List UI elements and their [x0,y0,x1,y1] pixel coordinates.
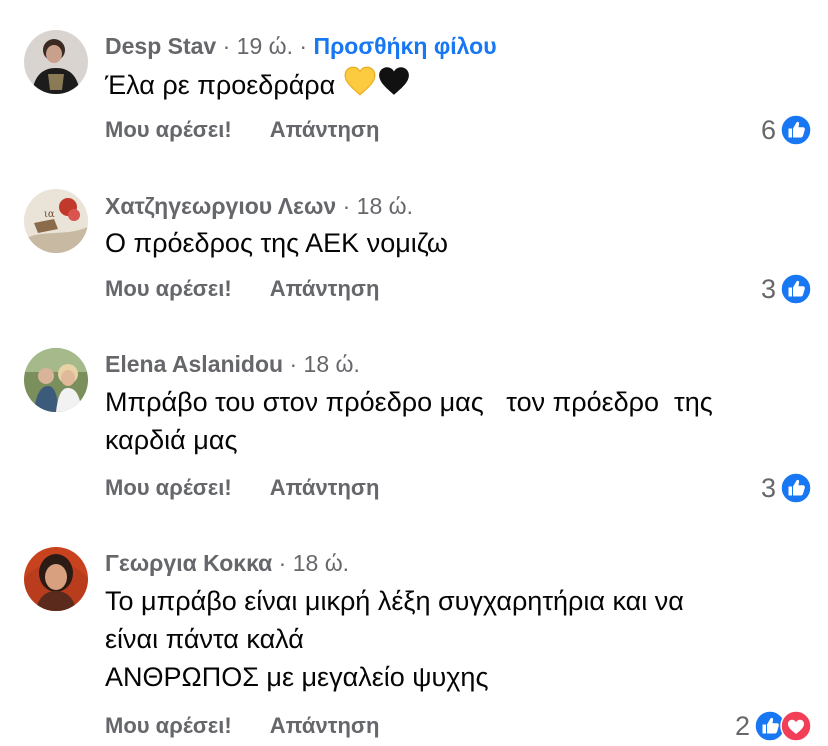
avatar[interactable] [24,30,88,94]
svg-text:ια: ια [44,209,55,220]
comment-text-line: καρδιά μας [105,425,238,455]
separator-dot: · [278,550,287,576]
avatar[interactable] [24,547,88,611]
author-name[interactable]: Χατζηγεωργιου Λεων [105,193,336,219]
like-button[interactable]: Μου αρέσει! [105,713,232,738]
comment-text-line: Έλα ρε προεδράρα [105,64,810,104]
comment-text: Μπράβο του στον πρόεδρο μας τον πρόεδρο … [105,383,810,459]
comment-text-line: Το μπράβο είναι μικρή λέξη συγχαρητήρια … [105,586,684,616]
timestamp[interactable]: 18 ώ. [357,193,413,219]
separator-dot: · [222,33,231,59]
like-icon [780,472,812,504]
author-name[interactable]: Γεωργια Κοκκα [105,550,272,576]
separator-dot: · [299,33,308,59]
reaction-summary[interactable]: 3 [761,272,812,306]
comment-text: Έλα ρε προεδράρα [105,64,810,104]
reaction-count: 3 [760,472,776,503]
reply-button[interactable]: Απάντηση [270,475,380,500]
reaction-summary[interactable]: 3 [761,471,812,505]
like-button[interactable]: Μου αρέσει! [105,475,232,500]
comment-text-line: Ο πρόεδρος της ΑΕΚ νομιζω [105,228,448,258]
comment-actions: Μου αρέσει! Απάντηση [105,711,379,741]
like-icon [780,114,812,146]
timestamp[interactable]: 19 ώ. [237,33,293,59]
avatar[interactable]: ια [24,189,88,253]
separator-dot: · [289,351,298,377]
like-button[interactable]: Μου αρέσει! [105,276,232,301]
timestamp[interactable]: 18 ώ. [293,550,349,576]
black-heart-icon [377,64,411,98]
add-friend-link[interactable]: Προσθήκη φίλου [313,33,496,59]
comment-text-line: ΑΝΘΡΩΠΟΣ με μεγαλείο ψυχης [105,662,489,692]
love-icon [780,710,812,742]
comment-header: Elena Aslanidou · 18 ώ. [105,349,360,379]
reaction-summary[interactable]: 6 [761,113,812,147]
reaction-count: 2 [734,710,750,741]
yellow-heart-icon [343,64,377,98]
separator-dot: · [342,193,351,219]
avatar[interactable] [24,348,88,412]
comment-header: Desp Stav · 19 ώ. · Προσθήκη φίλου [105,31,497,61]
reaction-count: 6 [760,114,776,145]
comment-text-line: Μπράβο του στον πρόεδρο μας τον πρόεδρο … [105,387,713,417]
reaction-count: 3 [760,273,776,304]
timestamp[interactable]: 18 ώ. [304,351,360,377]
comment-header: Γεωργια Κοκκα · 18 ώ. [105,548,349,578]
comment-text: Το μπράβο είναι μικρή λέξη συγχαρητήρια … [105,582,810,696]
author-name[interactable]: Desp Stav [105,33,216,59]
reply-button[interactable]: Απάντηση [270,713,380,738]
like-button[interactable]: Μου αρέσει! [105,117,232,142]
reply-button[interactable]: Απάντηση [270,117,380,142]
reaction-summary[interactable]: 2 [735,709,812,743]
comment-actions: Μου αρέσει! Απάντηση [105,473,379,503]
comment-text-content: Έλα ρε προεδράρα [105,70,336,100]
author-name[interactable]: Elena Aslanidou [105,351,283,377]
comment-actions: Μου αρέσει! Απάντηση [105,274,379,304]
comment-text-line: είναι πάντα καλά [105,624,304,654]
comment-text: Ο πρόεδρος της ΑΕΚ νομιζω [105,224,810,262]
like-icon [780,273,812,305]
comment-actions: Μου αρέσει! Απάντηση [105,115,379,145]
comment-header: Χατζηγεωργιου Λεων · 18 ώ. [105,191,413,221]
reply-button[interactable]: Απάντηση [270,276,380,301]
